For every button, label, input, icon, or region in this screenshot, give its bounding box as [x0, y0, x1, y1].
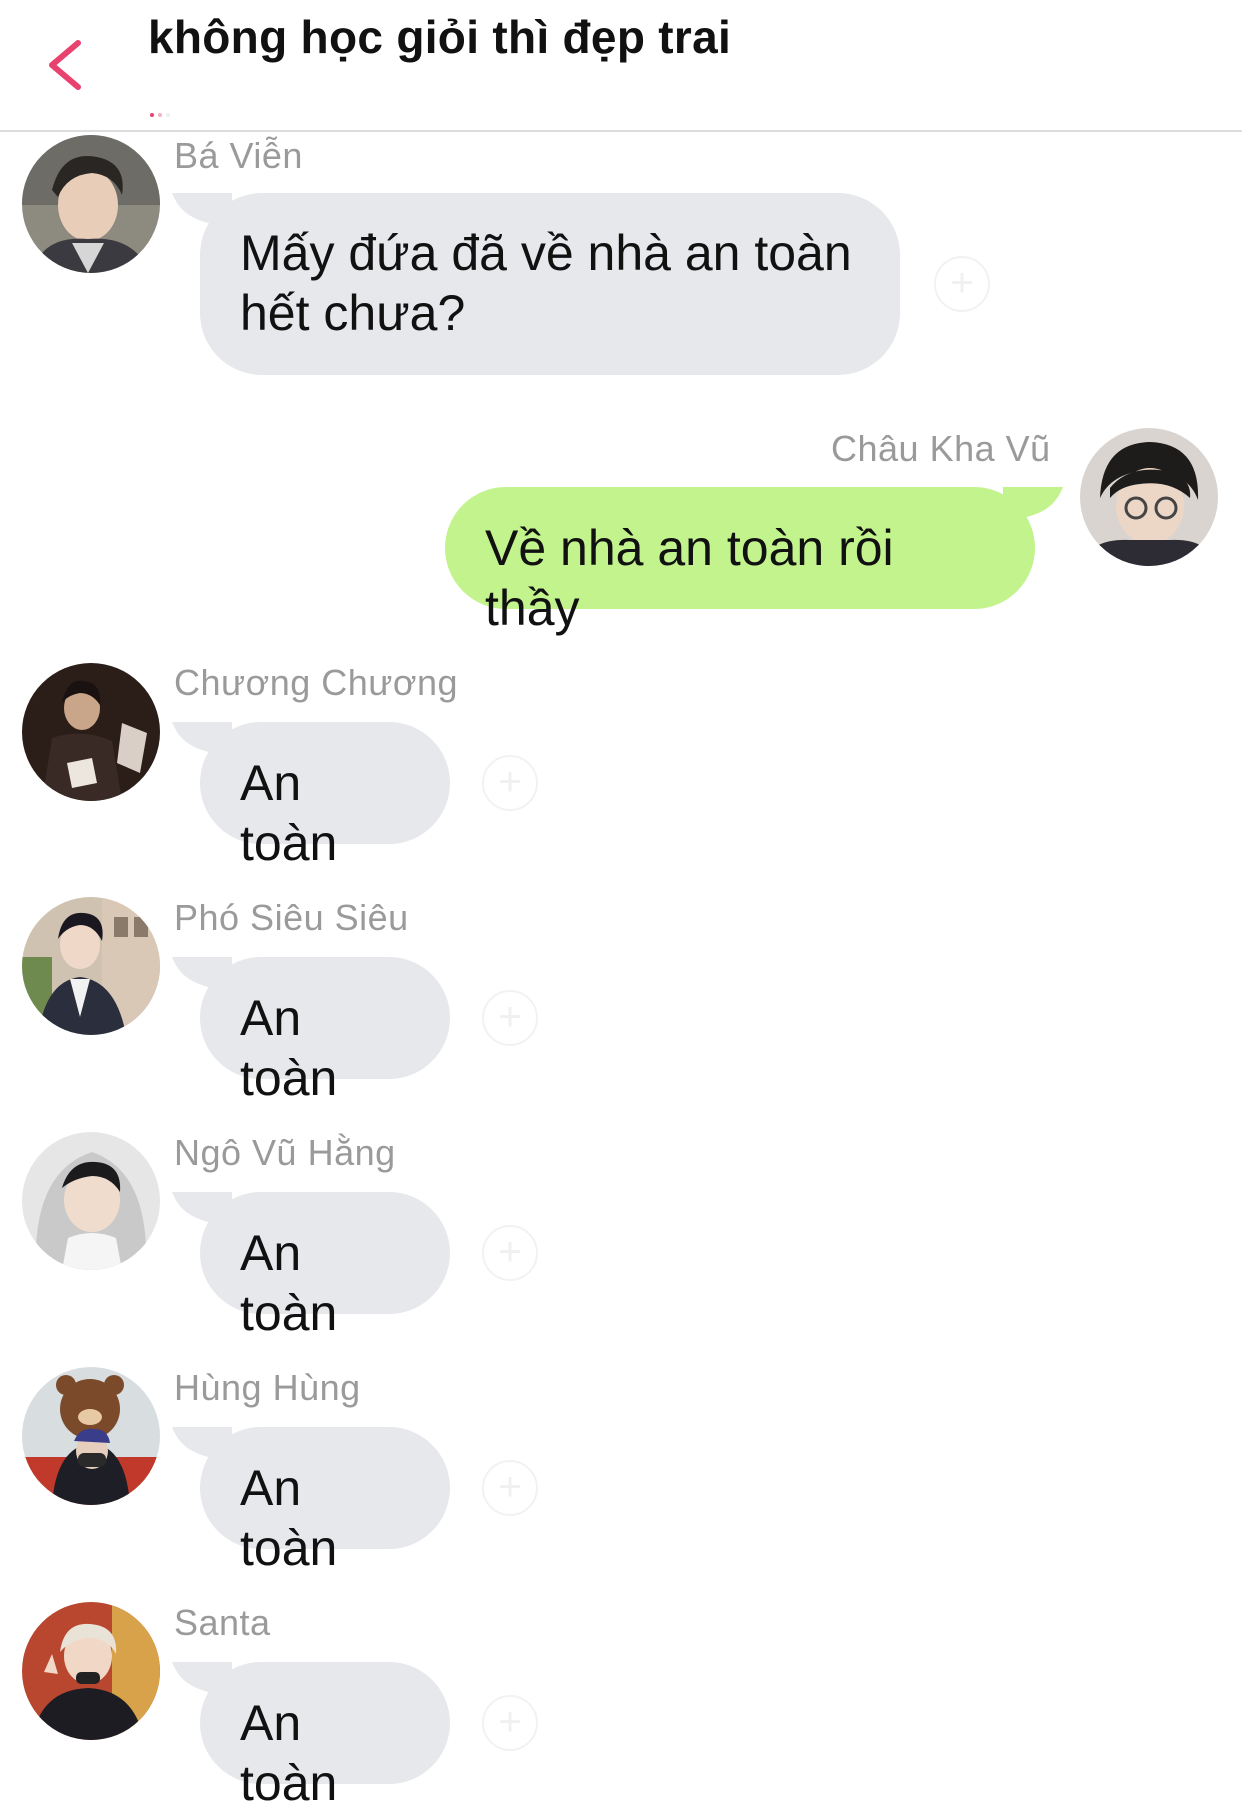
sender-name: Hùng Hùng — [174, 1367, 361, 1408]
avatar-chau-kha-vu[interactable] — [1080, 428, 1218, 566]
sender-name: Bá Viễn — [174, 135, 303, 176]
avatar-photo — [22, 1132, 160, 1270]
chat-header: không học giỏi thì đẹp trai — [0, 0, 1242, 132]
avatar-photo — [22, 1602, 160, 1740]
message-text: An toàn — [240, 1695, 338, 1811]
sender-name: Châu Kha Vũ — [831, 428, 1051, 469]
sender-name: Santa — [174, 1602, 271, 1643]
message-bubble[interactable]: Mấy đứa đã về nhà an toàn hết chưa? — [200, 193, 900, 375]
avatar-photo — [22, 1367, 160, 1505]
message-bubble[interactable]: An toàn — [200, 722, 450, 871]
avatar-photo — [1080, 428, 1218, 566]
message-text: Về nhà an toàn rồi thầy — [485, 520, 894, 636]
avatar-photo — [22, 135, 160, 273]
sender-name: Chương Chương — [174, 662, 459, 703]
message-bubble[interactable]: An toàn — [200, 1192, 450, 1341]
avatar-photo — [22, 663, 160, 801]
message-bubble[interactable]: An toàn — [200, 1427, 450, 1576]
sender-name: Phó Siêu Siêu — [174, 897, 409, 938]
avatar-pho-sieu-sieu[interactable] — [22, 897, 160, 1035]
avatar-hung-hung[interactable] — [22, 1367, 160, 1505]
back-button[interactable] — [40, 35, 90, 95]
message-bubble[interactable]: An toàn — [200, 957, 450, 1106]
message-bubble[interactable]: An toàn — [200, 1662, 450, 1811]
decorative-dots — [150, 104, 180, 117]
add-reaction-icon[interactable]: + — [482, 1695, 538, 1751]
add-reaction-icon[interactable]: + — [482, 1225, 538, 1281]
add-reaction-icon[interactable]: + — [482, 755, 538, 811]
add-reaction-icon[interactable]: + — [482, 990, 538, 1046]
message-text: An toàn — [240, 1460, 338, 1576]
message-bubble[interactable]: Về nhà an toàn rồi thầy — [445, 487, 1035, 636]
add-reaction-icon[interactable]: + — [934, 256, 990, 312]
message-text: An toàn — [240, 1225, 338, 1341]
chevron-left-icon — [49, 40, 81, 90]
avatar-santa[interactable] — [22, 1602, 160, 1740]
avatar-ba-vien[interactable] — [22, 135, 160, 273]
avatar-ngo-vu-hang[interactable] — [22, 1132, 160, 1270]
sender-name: Ngô Vũ Hằng — [174, 1132, 396, 1173]
avatar-chuong-chuong[interactable] — [22, 663, 160, 801]
message-text-line: Mấy đứa đã về nhà an toàn — [240, 225, 852, 281]
chat-title[interactable]: không học giỏi thì đẹp trai — [148, 10, 731, 64]
message-text: An toàn — [240, 755, 338, 871]
message-text-line: hết chưa? — [240, 285, 466, 341]
add-reaction-icon[interactable]: + — [482, 1460, 538, 1516]
avatar-photo — [22, 897, 160, 1035]
message-text: An toàn — [240, 990, 338, 1106]
